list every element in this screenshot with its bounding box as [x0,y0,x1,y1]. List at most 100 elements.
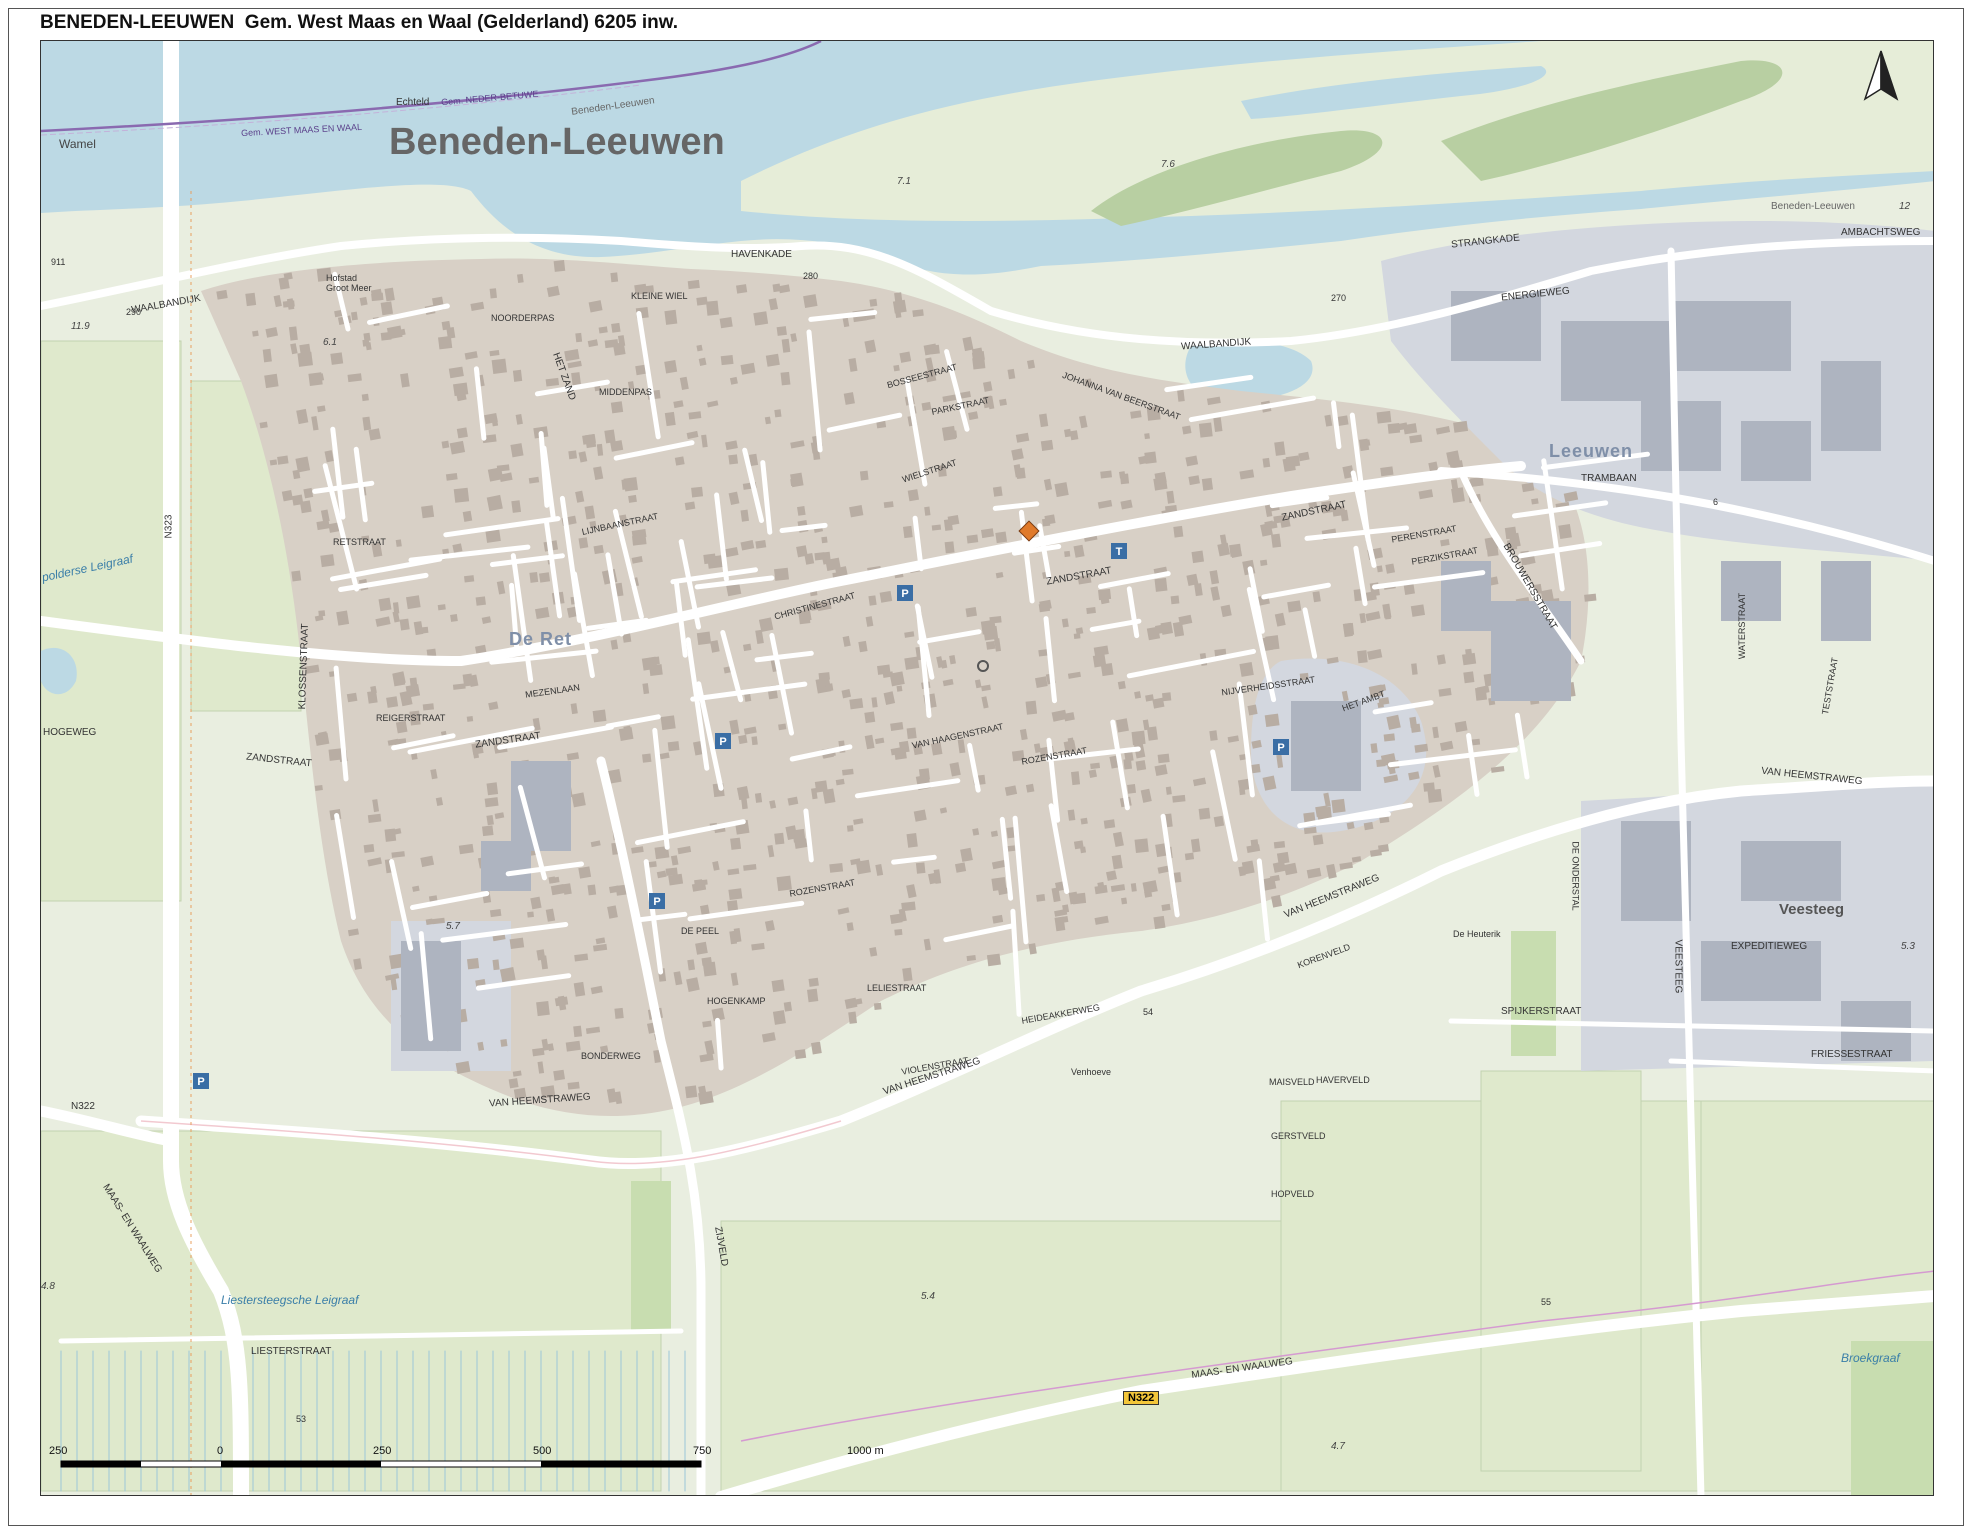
road-label-havenkade: HAVENKADE [731,249,792,260]
place-label-veesteeg: Veesteeg [1779,901,1845,918]
place-label-de-ret: De Ret [509,629,573,649]
road-label-friessestraat: FRIESSESTRAAT [1811,1049,1893,1060]
road-label-van-haagenstraat: VAN HAAGENSTRAAT [910,721,1005,751]
road-label-n322: N322 [71,1101,95,1112]
spot-height: 5.7 [446,921,460,932]
road-label-expeditieweg: EXPEDITIEWEG [1731,941,1808,952]
place-label-echteld: Echteld [396,97,430,108]
place-label-hofstad: Hofstad Groot Meer [326,273,372,293]
spot-height: 5.4 [921,1291,935,1302]
road-label-gerstveld: GERSTVELD [1271,1131,1326,1141]
spot-height: 5.3 [1901,941,1915,952]
road-label-hogeweg: HOGEWEG [43,727,97,738]
road-label-van-heemstraweg-3: VAN HEEMSTRAWEG [1282,872,1382,921]
road-label-het-ambt: HET AMBT [1340,688,1387,714]
road-label-bosseestraat: BOSSEESTRAAT [885,361,958,391]
road-label-strangkade: STRANGKADE [1450,232,1521,251]
spot-height: 7.1 [897,176,911,187]
road-label-zandstraat-4: ZANDSTRAAT [245,751,313,770]
road-label-retstraat: RETSTRAAT [333,537,386,547]
road-label-wielstraat: WIELSTRAAT [900,457,958,485]
road-label-hogenkamp: HOGENKAMP [707,996,766,1006]
road-label-bonderweg: BONDERWEG [581,1051,641,1061]
road-label-waalbandijk: WAALBANDIJK [130,292,202,317]
road-label-de-onderstal: DE ONDERSTAL [1570,841,1581,911]
spot-height: 6.1 [323,337,337,348]
spot-height: 6 [1713,497,1719,507]
spot-height: 55 [1541,1297,1552,1307]
water-label-broekgraaf: Broekgraaf [1841,1351,1900,1365]
road-label-reigerstraat: REIGERSTRAAT [376,713,446,723]
n322-shield: N322 [1123,1391,1160,1405]
water-label-liestersteegsche: Liestersteegsche Leigraaf [221,1293,359,1307]
scale-label: 500 [533,1445,552,1457]
scale-label: 250 [49,1445,68,1457]
place-label-main: Beneden-Leeuwen [389,121,725,163]
road-label-van-heemstraweg: VAN HEEMSTRAWEG [488,1091,591,1110]
spot-height: 4.7 [1331,1441,1345,1452]
spot-height: 911 [51,257,66,267]
place-label-wamel: Wamel [59,137,96,151]
road-label-johanna: JOHANNA VAN BEERSTRAAT [1061,369,1182,423]
scale-label: 0 [217,1445,224,1457]
boundary-label-neder-betuwe: Gem. NEDER-BETUWE [440,88,539,108]
boundary-label-west-maas: Gem. WEST MAAS EN WAAL [240,121,363,139]
spot-height: 53 [296,1414,307,1424]
road-label-zandstraat-2: ZANDSTRAAT [1280,499,1348,524]
road-label-rozenstraat-2: ROZENSTRAAT [788,877,856,899]
road-label-de-peel: DE PEEL [681,926,720,936]
labels-layer: Beneden-Leeuwen De Ret Leeuwen Veesteeg … [40,41,1933,1495]
road-label-christinestraat: CHRISTINESTRAAT [773,590,857,622]
road-label-noorderpas: NOORDERPAS [491,313,555,323]
road-label-maas-en-waalweg-2: MAAS- EN WAALWEG [100,1182,164,1275]
road-label-middenpas: MIDDENPAS [599,387,652,397]
road-label-hopveld: HOPVELD [1271,1189,1315,1199]
spot-height: 280 [803,271,819,281]
road-label-brouwersstraat: BROUWERSSTRAAT [1500,541,1559,632]
road-label-zandstraat-3: ZANDSTRAAT [474,730,542,751]
road-label-mezenlaan: MEZENLAAN [524,682,581,700]
place-label-venhoeve: Venhoeve [1071,1067,1112,1077]
map-frame[interactable]: P P P P P T Beneden-Leeuwen De Ret Leeuw… [40,40,1934,1496]
road-label-liesterstraat: LIESTERSTRAAT [251,1346,332,1357]
road-label-zandstraat: ZANDSTRAAT [1045,565,1113,588]
road-label-zijveld: ZIJVELD [712,1225,730,1268]
place-label-beneden-leeuwen-ne: Beneden-Leeuwen [1771,201,1855,212]
scale-label: 1000 m [847,1445,884,1457]
spot-height: 12 [1899,201,1911,212]
water-label-polderse: polderse Leigraaf [40,551,135,585]
road-label-klossenstraat: KLOSSENSTRAAT [296,623,311,710]
road-label-leliestraat: LELIESTRAAT [867,983,927,993]
road-label-parkstraat: PARKSTRAAT [930,395,991,417]
spot-height: 11.9 [71,321,90,332]
road-label-maas-en-waalweg: MAAS- EN WAALWEG [1190,1355,1294,1382]
page-title: BENEDEN-LEEUWEN Gem. West Maas en Waal (… [40,12,679,33]
road-label-trambaan: TRAMBAAN [1581,473,1637,484]
road-label-teststraat: TESTSTRAAT [1819,656,1840,716]
spot-height: 7.6 [1161,159,1175,170]
spot-height: 54 [1143,1007,1154,1017]
road-label-hetzand: HET ZAND [550,351,578,402]
road-label-lijnbaanstraat: LIJNBAANSTRAAT [580,511,660,537]
place-label-leeuwen: Leeuwen [1549,441,1634,461]
road-label-perenstraat: PERENSTRAAT [1390,523,1458,545]
road-label-veesteeg: VEESTEEG [1672,939,1684,994]
road-label-maisveld: MAISVELD [1269,1077,1315,1087]
spot-height: 4.8 [41,1281,55,1292]
road-label-n323: N323 [163,514,175,539]
scale-label: 250 [373,1445,392,1457]
road-label-waalbandijk-2: WAALBANDIJK [1180,336,1252,353]
scale-label: 750 [693,1445,712,1457]
spot-height: 270 [1331,293,1347,303]
road-label-ambachtsweg: AMBACHTSWEG [1841,227,1921,238]
road-label-perzikstraat: PERZIKSTRAAT [1410,545,1479,567]
road-label-energieweg: ENERGIEWEG [1500,285,1571,304]
road-label-waterstraat: WATERSTRAAT [1737,592,1748,660]
road-label-spijkerstraat: SPIJKERSTRAAT [1501,1006,1582,1017]
road-label-haverveld: HAVERVELD [1316,1075,1370,1085]
road-label-korenveld: KORENVELD [1295,941,1352,971]
road-label-van-heemstraweg-4: VAN HEEMSTRAWEG [1760,765,1863,788]
place-label-de-heuterik: De Heuterik [1453,929,1501,939]
spot-height: 290 [126,307,142,317]
place-label-beneden-leeuwen-river: Beneden-Leeuwen [570,95,656,118]
